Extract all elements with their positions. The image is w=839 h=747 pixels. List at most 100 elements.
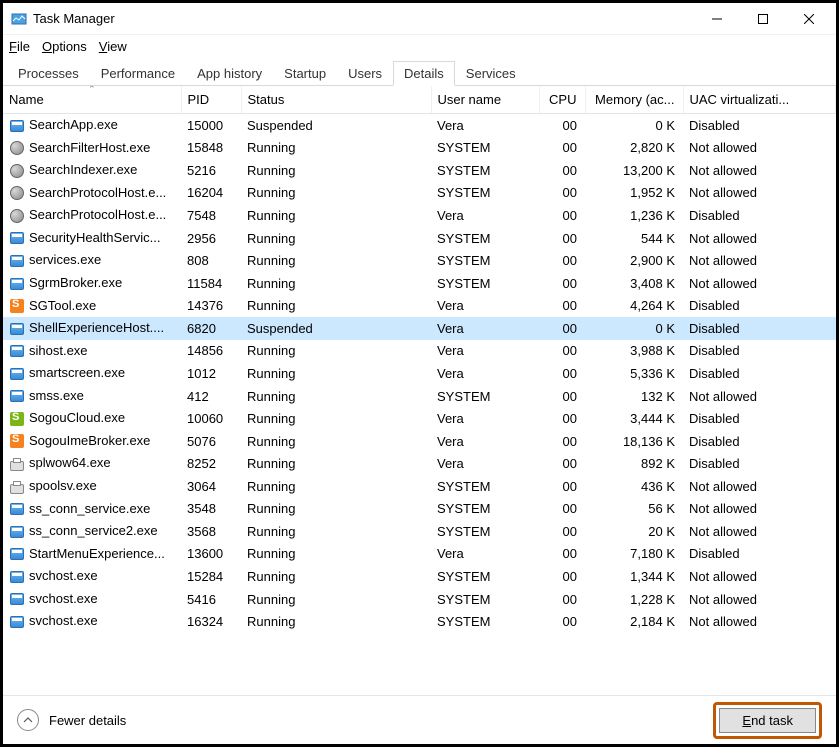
table-row[interactable]: svchost.exe5416RunningSYSTEM001,228 KNot… xyxy=(3,588,836,611)
column-header-memory[interactable]: Memory (ac... xyxy=(585,86,683,114)
cell-status: Running xyxy=(241,295,431,318)
cell-uac: Disabled xyxy=(683,362,836,385)
tab-services[interactable]: Services xyxy=(455,61,527,85)
menu-view[interactable]: View xyxy=(99,39,127,54)
tab-performance[interactable]: Performance xyxy=(90,61,186,85)
close-button[interactable] xyxy=(786,4,832,34)
process-name: SecurityHealthServic... xyxy=(29,230,161,245)
table-row[interactable]: ss_conn_service2.exe3568RunningSYSTEM002… xyxy=(3,520,836,543)
cell-pid: 5216 xyxy=(181,159,241,182)
cell-pid: 10060 xyxy=(181,407,241,430)
table-row[interactable]: splwow64.exe8252RunningVera00892 KDisabl… xyxy=(3,452,836,475)
orange-icon xyxy=(9,433,25,449)
cell-mem: 20 K xyxy=(585,520,683,543)
cell-mem: 56 K xyxy=(585,498,683,521)
tab-processes[interactable]: Processes xyxy=(7,61,90,85)
app-icon xyxy=(9,388,25,404)
process-name: spoolsv.exe xyxy=(29,478,97,493)
cell-cpu: 00 xyxy=(539,475,585,498)
table-row[interactable]: svchost.exe15284RunningSYSTEM001,344 KNo… xyxy=(3,565,836,588)
minimize-button[interactable] xyxy=(694,4,740,34)
column-header-cpu[interactable]: CPU xyxy=(539,86,585,114)
column-header-status[interactable]: Status xyxy=(241,86,431,114)
cell-user: SYSTEM xyxy=(431,475,539,498)
process-name: svchost.exe xyxy=(29,591,98,606)
process-name: SogouCloud.exe xyxy=(29,410,125,425)
cell-cpu: 00 xyxy=(539,430,585,453)
cell-mem: 1,236 K xyxy=(585,204,683,227)
table-row[interactable]: SogouImeBroker.exe5076RunningVera0018,13… xyxy=(3,430,836,453)
column-header-pid[interactable]: PID xyxy=(181,86,241,114)
cell-mem: 436 K xyxy=(585,475,683,498)
cell-name: ShellExperienceHost.... xyxy=(3,317,181,340)
table-row[interactable]: spoolsv.exe3064RunningSYSTEM00436 KNot a… xyxy=(3,475,836,498)
cell-user: Vera xyxy=(431,295,539,318)
cell-mem: 4,264 K xyxy=(585,295,683,318)
table-row[interactable]: smartscreen.exe1012RunningVera005,336 KD… xyxy=(3,362,836,385)
table-row[interactable]: SearchApp.exe15000SuspendedVera000 KDisa… xyxy=(3,114,836,137)
cell-status: Running xyxy=(241,407,431,430)
cell-status: Running xyxy=(241,565,431,588)
table-row[interactable]: SearchFilterHost.exe15848RunningSYSTEM00… xyxy=(3,137,836,160)
table-row[interactable]: SearchIndexer.exe5216RunningSYSTEM0013,2… xyxy=(3,159,836,182)
menu-file[interactable]: File xyxy=(9,39,30,54)
cell-name: SogouCloud.exe xyxy=(3,407,181,430)
fewer-details-button[interactable]: Fewer details xyxy=(17,709,126,731)
table-row[interactable]: StartMenuExperience...13600RunningVera00… xyxy=(3,543,836,566)
cell-mem: 2,820 K xyxy=(585,137,683,160)
cell-mem: 3,988 K xyxy=(585,340,683,363)
maximize-button[interactable] xyxy=(740,4,786,34)
cell-name: SGTool.exe xyxy=(3,295,181,318)
cell-mem: 1,228 K xyxy=(585,588,683,611)
print-icon xyxy=(9,479,25,495)
app-icon xyxy=(9,501,25,517)
process-name: SearchProtocolHost.e... xyxy=(29,207,166,222)
cell-cpu: 00 xyxy=(539,588,585,611)
process-name: svchost.exe xyxy=(29,568,98,583)
cell-cpu: 00 xyxy=(539,272,585,295)
cell-status: Running xyxy=(241,340,431,363)
table-row[interactable]: services.exe808RunningSYSTEM002,900 KNot… xyxy=(3,249,836,272)
cell-uac: Not allowed xyxy=(683,588,836,611)
cell-name: SecurityHealthServic... xyxy=(3,227,181,250)
tab-users[interactable]: Users xyxy=(337,61,393,85)
table-row[interactable]: SearchProtocolHost.e...16204RunningSYSTE… xyxy=(3,182,836,205)
table-row[interactable]: SGTool.exe14376RunningVera004,264 KDisab… xyxy=(3,295,836,318)
table-row[interactable]: ShellExperienceHost....6820SuspendedVera… xyxy=(3,317,836,340)
column-header-uac[interactable]: UAC virtualizati... xyxy=(683,86,836,114)
column-header-name[interactable]: Name ⌃ xyxy=(3,86,181,114)
table-row[interactable]: SecurityHealthServic...2956RunningSYSTEM… xyxy=(3,227,836,250)
cell-uac: Disabled xyxy=(683,317,836,340)
svc-icon xyxy=(9,185,25,201)
cell-mem: 7,180 K xyxy=(585,543,683,566)
table-scroll[interactable]: Name ⌃ PID Status User name CPU Memory (… xyxy=(3,86,836,695)
cell-uac: Disabled xyxy=(683,407,836,430)
table-row[interactable]: SogouCloud.exe10060RunningVera003,444 KD… xyxy=(3,407,836,430)
cell-status: Running xyxy=(241,452,431,475)
table-row[interactable]: sihost.exe14856RunningVera003,988 KDisab… xyxy=(3,340,836,363)
cell-mem: 18,136 K xyxy=(585,430,683,453)
cell-uac: Disabled xyxy=(683,114,836,137)
cell-cpu: 00 xyxy=(539,249,585,272)
end-task-button[interactable]: End task xyxy=(719,708,816,733)
menu-options[interactable]: Options xyxy=(42,39,87,54)
cell-status: Running xyxy=(241,362,431,385)
cell-uac: Not allowed xyxy=(683,565,836,588)
table-row[interactable]: svchost.exe16324RunningSYSTEM002,184 KNo… xyxy=(3,610,836,633)
tab-details[interactable]: Details xyxy=(393,61,455,86)
cell-name: splwow64.exe xyxy=(3,452,181,475)
table-row[interactable]: SearchProtocolHost.e...7548RunningVera00… xyxy=(3,204,836,227)
column-header-user[interactable]: User name xyxy=(431,86,539,114)
table-row[interactable]: smss.exe412RunningSYSTEM00132 KNot allow… xyxy=(3,385,836,408)
table-row[interactable]: ss_conn_service.exe3548RunningSYSTEM0056… xyxy=(3,498,836,521)
cell-name: SearchApp.exe xyxy=(3,114,181,137)
cell-uac: Not allowed xyxy=(683,498,836,521)
table-row[interactable]: SgrmBroker.exe11584RunningSYSTEM003,408 … xyxy=(3,272,836,295)
end-task-highlight: End task xyxy=(713,702,822,739)
taskmgr-icon xyxy=(11,11,27,27)
cell-pid: 14856 xyxy=(181,340,241,363)
tab-app-history[interactable]: App history xyxy=(186,61,273,85)
cell-name: SearchIndexer.exe xyxy=(3,159,181,182)
cell-mem: 2,184 K xyxy=(585,610,683,633)
tab-startup[interactable]: Startup xyxy=(273,61,337,85)
